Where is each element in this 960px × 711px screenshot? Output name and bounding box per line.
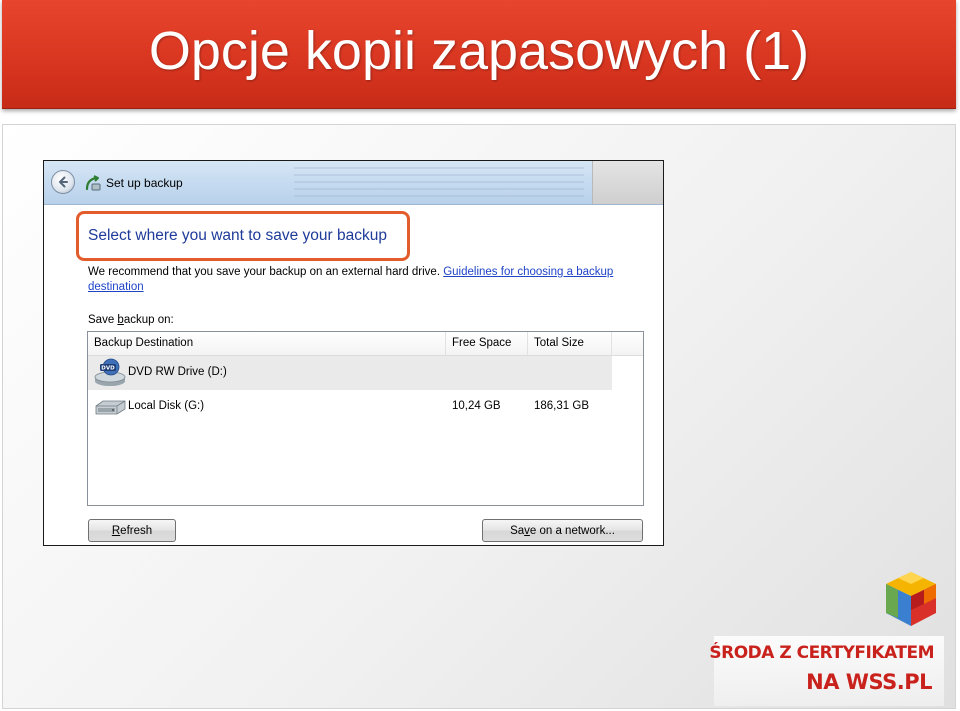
save-on-network-button[interactable]: Sa v e on a network... [482, 519, 643, 542]
save-label-prefix: Save [88, 314, 118, 326]
row-name: Local Disk (G:) [128, 400, 205, 412]
logo-cube-icon [886, 572, 936, 626]
refresh-accelerator: R [111, 524, 121, 537]
back-arrow-icon [59, 176, 68, 188]
save-backup-on-label: Save backup on: [88, 314, 174, 326]
row-free-space: 10,24 GB [452, 400, 501, 412]
dvd-drive-icon: DVD [94, 358, 126, 386]
row-total-size: 186,31 GB [534, 400, 589, 412]
row-name: DVD RW Drive (D:) [128, 366, 227, 378]
header-right-panel [592, 161, 663, 204]
dialog-heading: Select where you want to save your backu… [88, 227, 387, 244]
column-backup-destination[interactable]: Backup Destination [88, 332, 446, 355]
hard-disk-icon [95, 400, 126, 415]
logo-wordmark: Środa z certyfikatem na WSS.pl [709, 636, 944, 706]
logo-line-2: na WSS.pl [806, 670, 932, 694]
column-total-size[interactable]: Total Size [528, 332, 612, 355]
back-button[interactable] [51, 170, 75, 194]
column-free-space[interactable]: Free Space [446, 332, 528, 355]
setup-backup-dialog: Set up backup Select where you want to s… [43, 160, 664, 546]
list-header: Backup Destination Free Space Total Size [88, 332, 643, 356]
backup-app-icon [85, 175, 101, 191]
dialog-title: Set up backup [106, 176, 183, 190]
svg-text:DVD: DVD [101, 366, 115, 372]
list-item[interactable]: Local Disk (G:) 10,24 GB 186,31 GB [88, 390, 612, 424]
backup-destination-list[interactable]: Backup Destination Free Space Total Size… [87, 331, 644, 506]
save-label-suffix: ackup on: [123, 314, 174, 326]
dialog-header: Set up backup [44, 161, 663, 205]
refresh-label: efresh [120, 524, 153, 537]
list-item[interactable]: DVD DVD RW Drive (D:) [88, 356, 612, 390]
network-label-prefix: Sa [510, 524, 525, 537]
column-filler [612, 332, 643, 355]
refresh-button[interactable]: Refresh [88, 519, 176, 542]
recommendation-sentence: We recommend that you save your backup o… [88, 266, 441, 278]
network-label-suffix: e on a network... [529, 524, 615, 537]
recommendation-text: We recommend that you save your backup o… [88, 265, 648, 295]
slide-title: Opcje kopii zapasowych (1) [148, 21, 810, 81]
header-background-text [294, 167, 584, 197]
logo-line-1: Środa z certyfikatem [709, 643, 934, 663]
slide-title-bar: Opcje kopii zapasowych (1) [2, 0, 956, 109]
